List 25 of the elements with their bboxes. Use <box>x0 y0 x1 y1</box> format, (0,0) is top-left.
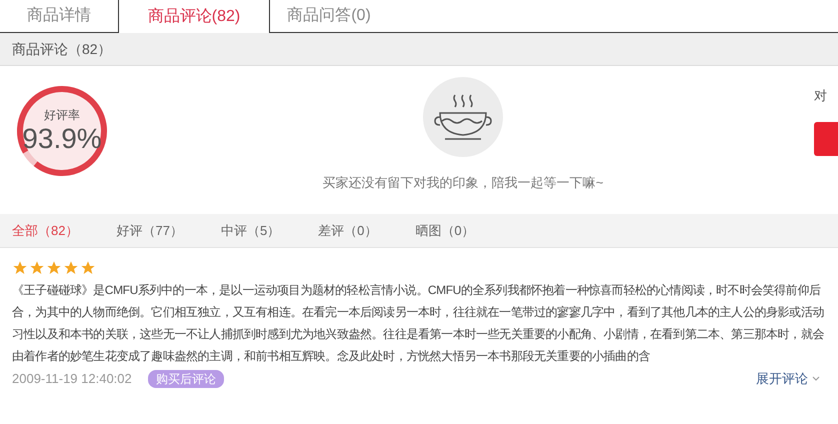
tab[interactable]: 商品详情 <box>0 0 118 32</box>
filter-tab[interactable]: 晒图（0） <box>415 220 475 240</box>
filter-tab[interactable]: 中评（5） <box>220 220 280 240</box>
side-text: 对 <box>814 87 827 105</box>
review-date: 2009-11-19 12:40:02 <box>12 370 132 388</box>
action-button[interactable] <box>814 122 838 156</box>
empty-message: 买家还没有留下对我的印象，陪我一起等一下嘛~ <box>322 174 604 192</box>
rating-value: 93.9% <box>22 125 102 153</box>
soup-bowl-icon <box>423 77 503 158</box>
rating-label: 好评率 <box>44 109 80 121</box>
filter-tab[interactable]: 好评（77） <box>116 220 183 240</box>
star-icon <box>63 260 79 276</box>
star-icon <box>29 260 45 276</box>
star-icon <box>12 260 28 276</box>
tab[interactable]: 商品评论(82) <box>118 0 270 33</box>
purchase-tag: 购买后评论 <box>148 370 224 388</box>
filter-tab[interactable]: 差评（0） <box>318 220 378 240</box>
tab[interactable]: 商品问答(0) <box>270 0 388 32</box>
section-title: 商品评论（82） <box>12 40 112 58</box>
review-text: 《王子碰碰球》是CMFU系列中的一本，是以一运动项目为题材的轻松言情小说。CMFU的全系列我都怀抱着一种惊喜而轻松的心情阅读，时不时会笑得前仰后合，为其中的人物而绝倒。它们相互独立，又互有相连。在看完一本后阅读另一本时，往往就在一笔带过的寥寥几字中，看到了其他几本的主人公的身影或活动习性以及和本书的关联，这些无一不让人捕抓到时感到尤为地兴致盎然。往往是看第一本时一些无关重要的小配角、小剧情，在看到第二本、第三那本时，就会由着作者的妙笔生花变成了趣味盎然的主调，和前书相互辉映。念及此处时，方恍然大悟另一本书那段无关重要的小插曲的含 <box>12 282 826 365</box>
expand-link[interactable]: 展开评论 <box>756 369 820 388</box>
filter-tab[interactable]: 全部（82） <box>12 220 78 240</box>
star-icon <box>80 260 96 276</box>
star-icon <box>46 260 62 276</box>
chevron-down-icon <box>812 376 820 382</box>
